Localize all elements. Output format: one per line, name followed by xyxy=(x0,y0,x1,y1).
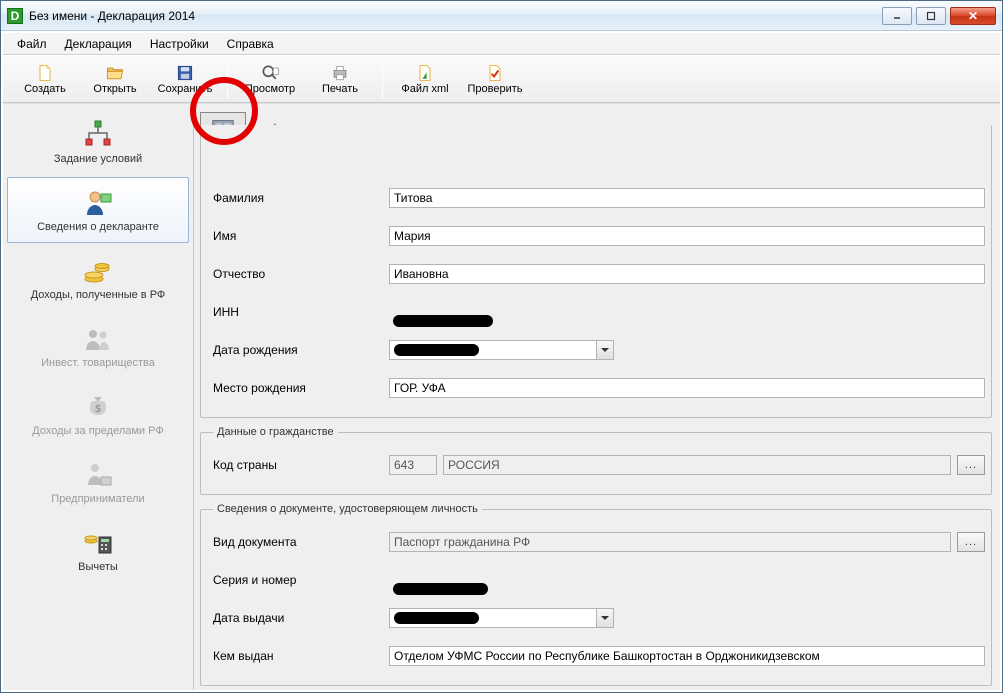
moneybag-icon: $ xyxy=(82,391,114,423)
toolbar-create-label: Создать xyxy=(24,83,66,95)
app-icon: D xyxy=(7,8,23,24)
country-code-label: Код страны xyxy=(207,458,377,472)
toolbar-xml-label: Файл xml xyxy=(401,83,448,95)
sidebar-label: Предприниматели xyxy=(51,493,144,505)
redacted-value xyxy=(393,315,493,327)
toolbar-check-label: Проверить xyxy=(467,83,522,95)
toolbar-save[interactable]: Сохранить xyxy=(151,57,219,101)
surname-input[interactable] xyxy=(389,188,985,208)
doc-type-field: Паспорт гражданина РФ xyxy=(389,532,951,552)
coins-icon xyxy=(82,255,114,287)
menu-settings[interactable]: Настройки xyxy=(142,35,217,53)
sidebar-item-entrepreneur[interactable]: Предприниматели xyxy=(7,449,189,515)
maximize-button[interactable] xyxy=(916,7,946,25)
inn-label: ИНН xyxy=(207,305,377,319)
toolbar-print[interactable]: Печать xyxy=(306,57,374,101)
citizenship-group: Данные о гражданстве Код страны 643 РОСС… xyxy=(200,426,992,495)
pob-label: Место рождения xyxy=(207,381,377,395)
chevron-down-icon[interactable] xyxy=(596,341,613,359)
country-code-field: 643 xyxy=(389,455,437,475)
toolbar-check[interactable]: Проверить xyxy=(461,57,529,101)
calculator-coins-icon xyxy=(82,527,114,559)
surname-label: Фамилия xyxy=(207,191,377,205)
toolbar-save-label: Сохранить xyxy=(158,83,213,95)
dob-combo[interactable] xyxy=(389,340,614,360)
toolbar-create[interactable]: Создать xyxy=(11,57,79,101)
toolbar-xml[interactable]: Файл xml xyxy=(391,57,459,101)
pob-input[interactable] xyxy=(389,378,985,398)
redacted-value xyxy=(393,583,488,595)
menu-declaration[interactable]: Декларация xyxy=(57,35,140,53)
content-panel: Ф.И. Ф.И. Фамилия Имя Отчество xyxy=(194,104,1000,690)
sidebar-item-invest[interactable]: Инвест. товарищества xyxy=(7,313,189,379)
doc-issue-date-label: Дата выдачи xyxy=(207,611,377,625)
svg-text:$: $ xyxy=(95,404,101,415)
toolbar-preview[interactable]: Просмотр xyxy=(236,57,304,101)
window-title: Без имени - Декларация 2014 xyxy=(29,9,882,23)
sidebar: Задание условий Сведения о декларанте До… xyxy=(3,104,194,690)
toolbar-preview-label: Просмотр xyxy=(245,83,295,95)
tree-icon xyxy=(82,119,114,151)
doc-series-label: Серия и номер xyxy=(207,573,377,587)
menu-file[interactable]: Файл xyxy=(9,35,55,53)
sidebar-item-conditions[interactable]: Задание условий xyxy=(7,109,189,175)
sidebar-label: Доходы за пределами РФ xyxy=(32,425,163,437)
titlebar: D Без имени - Декларация 2014 ✕ xyxy=(1,1,1002,31)
doc-type-label: Вид документа xyxy=(207,535,377,549)
toolbar-open[interactable]: Открыть xyxy=(81,57,149,101)
sidebar-item-deductions[interactable]: Вычеты xyxy=(7,517,189,583)
sidebar-label: Доходы, полученные в РФ xyxy=(31,289,166,301)
sidebar-label: Инвест. товарищества xyxy=(41,357,155,369)
toolbar-separator xyxy=(227,59,228,99)
toolbar-print-label: Печать xyxy=(322,83,358,95)
doc-type-browse-button[interactable]: ... xyxy=(957,532,985,552)
briefcase-person-icon xyxy=(82,459,114,491)
menubar: Файл Декларация Настройки Справка xyxy=(3,33,1000,55)
name-label: Имя xyxy=(207,229,377,243)
doc-issued-by-label: Кем выдан xyxy=(207,649,377,663)
sidebar-item-income-abroad[interactable]: $ Доходы за пределами РФ xyxy=(7,381,189,447)
toolbar-open-label: Открыть xyxy=(93,83,136,95)
sidebar-item-income-rf[interactable]: Доходы, полученные в РФ xyxy=(7,245,189,311)
citizenship-legend: Данные о гражданстве xyxy=(213,426,338,438)
toolbar-separator xyxy=(382,59,383,99)
country-browse-button[interactable]: ... xyxy=(957,455,985,475)
doc-issue-date-combo[interactable] xyxy=(389,608,614,628)
person-icon xyxy=(82,187,114,219)
patronymic-label: Отчество xyxy=(207,267,377,281)
document-legend: Сведения о документе, удостоверяющем лич… xyxy=(213,503,482,515)
redacted-value xyxy=(394,612,479,624)
sidebar-label: Сведения о декларанте xyxy=(37,221,159,233)
document-group: Сведения о документе, удостоверяющем лич… xyxy=(200,503,992,686)
patronymic-input[interactable] xyxy=(389,264,985,284)
menu-help[interactable]: Справка xyxy=(219,35,282,53)
chevron-down-icon[interactable] xyxy=(596,609,613,627)
close-button[interactable]: ✕ xyxy=(950,7,996,25)
redacted-value xyxy=(394,344,479,356)
sidebar-label: Задание условий xyxy=(54,153,142,165)
country-name-field: РОССИЯ xyxy=(443,455,951,475)
toolbar: Создать Открыть Сохранить Просмотр Печат… xyxy=(3,55,1000,103)
people-icon xyxy=(82,323,114,355)
name-input[interactable] xyxy=(389,226,985,246)
fio-group: Ф.И. Фамилия Имя Отчество ИНН xyxy=(200,119,992,418)
dob-label: Дата рождения xyxy=(207,343,377,357)
doc-issued-by-input[interactable] xyxy=(389,646,985,666)
minimize-button[interactable] xyxy=(882,7,912,25)
sidebar-label: Вычеты xyxy=(78,561,118,573)
sidebar-item-declarant[interactable]: Сведения о декларанте xyxy=(7,177,189,243)
